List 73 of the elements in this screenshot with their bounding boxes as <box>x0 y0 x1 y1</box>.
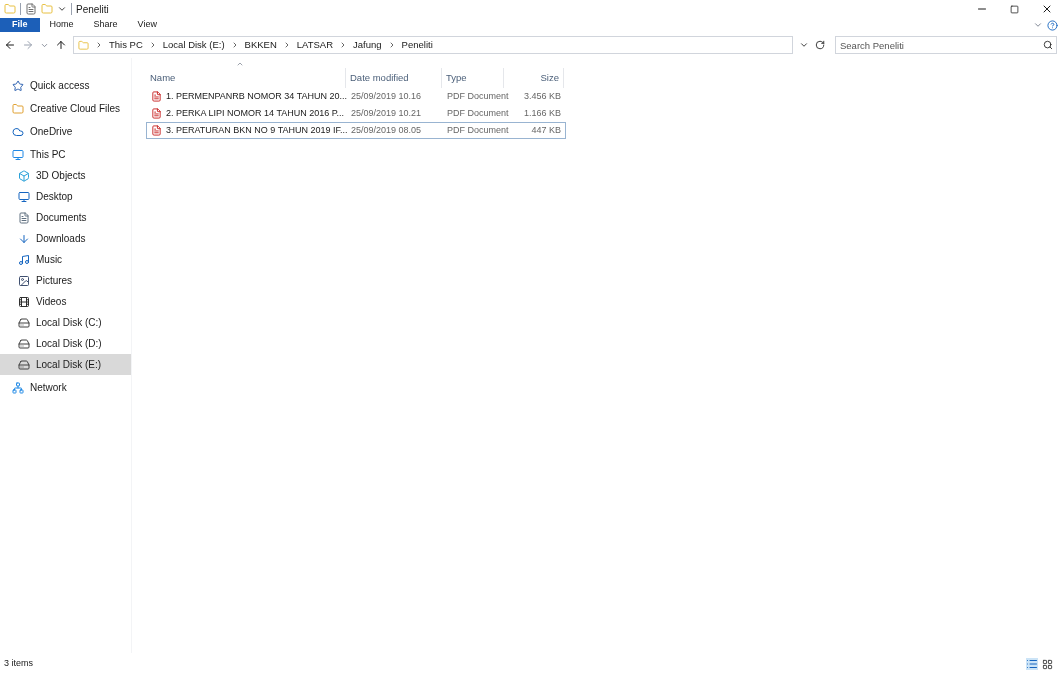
status-text: 3 items <box>4 657 33 671</box>
details-view-icon[interactable] <box>1026 658 1038 670</box>
sidebar-item[interactable]: Local Disk (D:) <box>0 333 131 354</box>
sidebar-item[interactable]: Downloads <box>0 228 131 249</box>
file-name: 3. PERATURAN BKN NO 9 TAHUN 2019 IF... <box>166 123 348 137</box>
sidebar-item[interactable]: Local Disk (E:) <box>0 354 131 375</box>
help-icon[interactable] <box>1047 19 1058 31</box>
search-icon <box>1043 40 1053 50</box>
star-icon <box>12 79 24 92</box>
column-header[interactable]: Type <box>442 68 504 88</box>
column-header[interactable]: Size <box>504 68 564 88</box>
monitor-icon <box>12 148 24 161</box>
back-icon[interactable] <box>4 39 16 51</box>
folder-icon <box>78 39 89 51</box>
file-name: 2. PERKA LIPI NOMOR 14 TAHUN 2016 P... <box>166 106 345 120</box>
sidebar-item[interactable]: This PC <box>0 144 131 165</box>
breadcrumb-item[interactable]: Jafung <box>353 37 382 53</box>
sidebar-item[interactable]: Pictures <box>0 270 131 291</box>
search-field[interactable]: Search Peneliti <box>835 36 1057 54</box>
music-icon <box>18 253 30 266</box>
sidebar-item[interactable]: 3D Objects <box>0 165 131 186</box>
refresh-icon[interactable] <box>815 40 825 50</box>
breadcrumb-item[interactable]: Peneliti <box>401 37 433 53</box>
cloud-icon <box>12 125 24 138</box>
sidebar-item[interactable]: Creative Cloud Files <box>0 98 131 119</box>
file-name: 1. PERMENPANRB NOMOR 34 TAHUN 20... <box>166 89 348 103</box>
drive-icon <box>18 358 30 371</box>
date-cell-text: 25/09/2019 08.05 <box>350 123 423 137</box>
film-icon <box>18 295 30 308</box>
cube-icon <box>18 169 30 182</box>
sidebar-item[interactable]: Quick access <box>0 75 131 96</box>
document-icon <box>18 211 30 224</box>
drive-icon <box>18 337 30 350</box>
up-icon[interactable] <box>55 39 67 51</box>
file-row[interactable]: 2. PERKA LIPI NOMOR 14 TAHUN 2016 P... 25/09/2019 10.21 PDF Document 1.166 KB <box>146 105 566 122</box>
breadcrumb-item[interactable]: BKKEN <box>244 37 277 53</box>
pdf-icon <box>151 125 162 136</box>
pdf-icon <box>151 91 162 102</box>
ribbon-tab[interactable]: View <box>127 18 167 32</box>
file-row[interactable]: 3. PERATURAN BKN NO 9 TAHUN 2019 IF... 25/09/2019 08.05 PDF Document 447 KB <box>146 122 566 139</box>
window-title: Peneliti <box>76 2 109 17</box>
picture-icon <box>18 274 30 287</box>
date-cell-text: 25/09/2019 10.21 <box>350 106 423 120</box>
drive-icon <box>18 316 30 329</box>
sidebar-item[interactable]: Desktop <box>0 186 131 207</box>
chevron-icon[interactable] <box>1033 20 1043 30</box>
caret-icon[interactable] <box>57 4 67 14</box>
folder-icon <box>12 102 24 115</box>
date-cell-text: 25/09/2019 10.16 <box>350 89 423 103</box>
ribbon-tab[interactable]: Home <box>39 18 84 32</box>
chevron-icon <box>95 41 103 49</box>
sidebar-item[interactable]: Network <box>0 377 131 398</box>
ribbon-tab[interactable]: Share <box>83 18 128 32</box>
breadcrumb-item[interactable]: LATSAR <box>296 37 334 53</box>
address-bar[interactable]: This PC Local Disk (E:) BKKEN LATSAR Jafung Peneliti <box>73 36 793 54</box>
sidebar-item[interactable]: Local Disk (C:) <box>0 312 131 333</box>
pdf-icon <box>151 108 162 119</box>
file-row[interactable]: 1. PERMENPANRB NOMOR 34 TAHUN 20... 25/09/2019 10.16 PDF Document 3.456 KB <box>146 88 566 105</box>
breadcrumb-item[interactable]: This PC <box>109 37 143 53</box>
network-icon <box>12 381 24 394</box>
column-header[interactable]: Date modified <box>346 68 442 88</box>
download-icon <box>18 232 30 245</box>
maximize-icon[interactable] <box>1010 4 1019 14</box>
monitor-icon <box>18 190 30 203</box>
sidebar-item[interactable]: OneDrive <box>0 121 131 142</box>
sidebar-item[interactable]: Videos <box>0 291 131 312</box>
column-header[interactable]: Name <box>146 68 346 88</box>
sidebar-item[interactable]: Music <box>0 249 131 270</box>
sidebar-item[interactable]: Documents <box>0 207 131 228</box>
grid-view-icon[interactable] <box>1042 658 1053 670</box>
chevron-icon[interactable] <box>799 40 809 50</box>
breadcrumb-item[interactable]: Local Disk (E:) <box>162 37 225 53</box>
close-icon[interactable] <box>1041 3 1053 15</box>
